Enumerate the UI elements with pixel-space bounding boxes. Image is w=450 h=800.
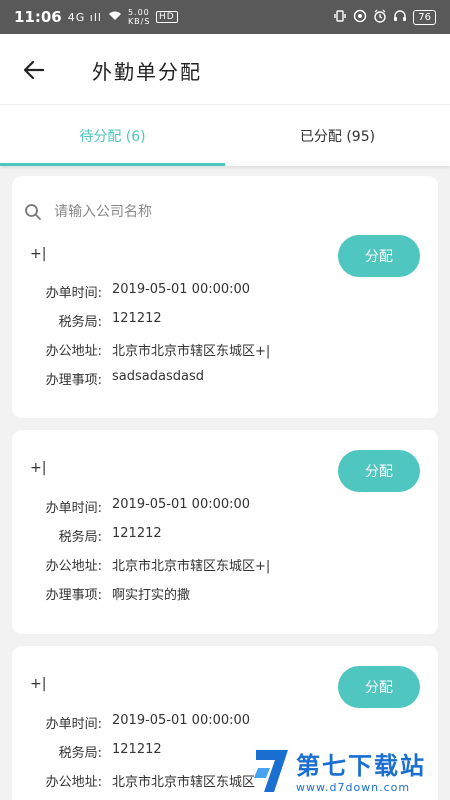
- tab-pending-label: 待分配 (6): [79, 128, 146, 145]
- field-time-label: 办单时间:: [45, 501, 102, 516]
- field-bureau-value: 121212: [112, 311, 162, 326]
- watermark-7-icon: [254, 750, 288, 792]
- field-address-label: 办公地址:: [45, 344, 102, 359]
- status-right: 76: [333, 9, 436, 26]
- field-time-value: 2019-05-01 00:00:00: [112, 497, 251, 512]
- hd-badge: HD: [155, 11, 178, 23]
- field-matter-value: sadsadasdasd: [112, 369, 204, 384]
- tab-bar: 待分配 (6) 已分配 (95): [0, 104, 450, 166]
- order-list[interactable]: +| 分配 办单时间: 2019-05-01 00:00:00 税务局: 121…: [0, 166, 450, 800]
- tab-pending[interactable]: 待分配 (6): [0, 105, 225, 166]
- field-matter-value: 啊实打实的撒: [112, 588, 191, 603]
- field-address-value: 北京市北京市辖区东城区+|: [112, 344, 271, 359]
- field-time-value: 2019-05-01 00:00:00: [112, 282, 251, 297]
- order-card: +| 分配 办单时间: 2019-05-01 00:00:00 税务局: 121…: [12, 176, 438, 418]
- tab-assigned[interactable]: 已分配 (95): [225, 105, 450, 166]
- nfc-icon: [353, 9, 367, 26]
- field-time-label: 办单时间:: [45, 717, 102, 732]
- vibrate-icon: [333, 9, 347, 26]
- back-button[interactable]: [18, 54, 50, 86]
- field-time-value: 2019-05-01 00:00:00: [112, 713, 251, 728]
- watermark-text: 第七下载站 www.d7down.com: [296, 746, 426, 794]
- order-name: +|: [30, 460, 47, 476]
- watermark-url: www.d7down.com: [296, 781, 411, 794]
- status-left: 11:06 4G ıll 5.00 KB/S HD: [14, 8, 178, 26]
- search-input[interactable]: [54, 204, 354, 220]
- field-address-label: 办公地址:: [45, 559, 102, 574]
- field-address-value: 北京市北京市辖区东城区: [112, 775, 256, 790]
- search-icon: [25, 204, 41, 220]
- field-bureau-value: 121212: [112, 742, 162, 757]
- arrow-left-icon: [23, 60, 45, 80]
- field-matter-label: 办理事项:: [45, 373, 102, 388]
- order-name: +|: [30, 676, 47, 692]
- page-title: 外勤单分配: [92, 60, 202, 84]
- field-matter-label: 办理事项:: [45, 588, 102, 603]
- order-name: +|: [30, 246, 47, 262]
- order-card: +| 分配 办单时间: 2019-05-01 00:00:00 税务局: 121…: [12, 430, 438, 634]
- watermark-title: 第七下载站: [296, 752, 426, 780]
- wifi-icon: [108, 10, 122, 24]
- title-bar: 外勤单分配: [0, 34, 450, 104]
- assign-button[interactable]: 分配: [338, 666, 420, 708]
- network-speed: 5.00 KB/S: [127, 8, 151, 26]
- assign-button[interactable]: 分配: [338, 450, 420, 492]
- assign-button[interactable]: 分配: [338, 235, 420, 277]
- watermark-logo: 第七下载站 www.d7down.com: [252, 742, 446, 798]
- tab-assigned-label: 已分配 (95): [299, 128, 376, 145]
- signal-icon: 4G ıll: [67, 10, 102, 24]
- search-bar: [24, 194, 354, 230]
- field-address-value: 北京市北京市辖区东城区+|: [112, 559, 271, 574]
- status-time: 11:06: [14, 8, 62, 26]
- field-bureau-value: 121212: [112, 526, 162, 541]
- field-bureau-label: 税务局:: [58, 530, 102, 545]
- alarm-icon: [373, 9, 387, 26]
- field-address-label: 办公地址:: [45, 775, 102, 790]
- battery-indicator: 76: [413, 9, 436, 25]
- field-bureau-label: 税务局:: [58, 315, 102, 330]
- status-bar: 11:06 4G ıll 5.00 KB/S HD 76: [0, 0, 450, 34]
- headphone-icon: [393, 9, 407, 26]
- field-bureau-label: 税务局:: [58, 746, 102, 761]
- field-time-label: 办单时间:: [45, 286, 102, 301]
